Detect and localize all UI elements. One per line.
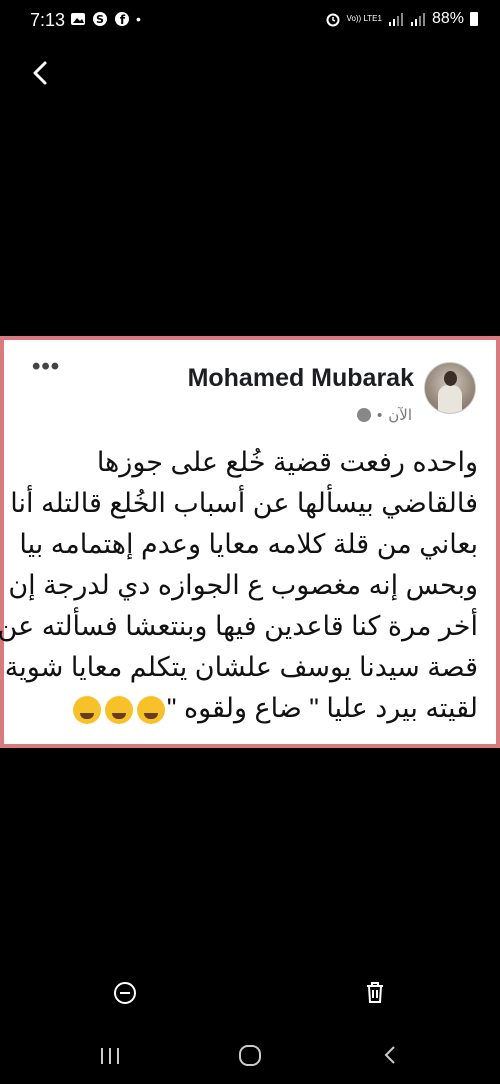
facebook-icon: f: [115, 12, 129, 27]
rolling-eyes-emoji: [136, 695, 165, 724]
post-line-last: لقيته بيرد عليا " ضاع ولقوه ": [8, 688, 478, 729]
battery-icon: [470, 12, 478, 26]
home-icon[interactable]: [236, 1040, 264, 1070]
more-options-icon[interactable]: •••: [32, 355, 60, 379]
post-line: وبحس إنه مغصوب ع الجوازه دي لدرجة إن: [8, 570, 478, 600]
tears-of-joy-emoji: [72, 695, 101, 724]
post-author: Mohamed Mubarak: [187, 364, 414, 392]
status-bar: 7:13 S f • Vo)) LTE1 88%: [0, 0, 500, 40]
post-meta: الآن •: [356, 406, 412, 424]
post-line: أخر مرة كنا قاعدين فيها وبنتعشا فسألته ع…: [0, 611, 478, 641]
system-indicators: Vo)) LTE1 88%: [325, 10, 478, 28]
status-time: 7:13: [30, 10, 66, 30]
svg-text:f: f: [120, 13, 126, 27]
post-line: قصة سيدنا يوسف علشان يتكلم معايا شوية: [4, 652, 478, 682]
battery-percentage: 88%: [431, 10, 464, 27]
avatar: [424, 362, 476, 414]
post-timestamp: الآن: [388, 407, 412, 424]
trash-icon[interactable]: [362, 979, 388, 1005]
signal-icon: [388, 13, 403, 26]
post-text: واحده رفعت قضية خُلع على جوزها فالقاضي ب…: [0, 442, 478, 729]
more-notifications-dot: •: [136, 11, 141, 27]
recent-apps-icon[interactable]: [98, 1040, 122, 1070]
post-line-text: لقيته بيرد عليا " ضاع ولقوه ": [166, 693, 478, 723]
facebook-post-screenshot: ••• Mohamed Mubarak الآن • واحده رفعت قض…: [0, 336, 500, 748]
globe-icon: [356, 408, 371, 422]
post-line: فالقاضي بيسألها عن أسباب الخُلع قالتله أ…: [10, 488, 478, 518]
post-line: بعاني من قلة كلامه معايا وعدم إهتمامه بي…: [19, 529, 478, 559]
separator-dot: •: [376, 406, 383, 424]
post-line: واحده رفعت قضية خُلع على جوزها: [96, 447, 478, 477]
remove-circle-icon[interactable]: [112, 980, 138, 1006]
svg-text:S: S: [96, 13, 104, 26]
signal-icon-2: [410, 13, 425, 26]
back-arrow-icon[interactable]: [26, 58, 56, 88]
notification-icons: S f •: [70, 11, 141, 27]
nav-back-icon[interactable]: [380, 1040, 400, 1070]
smirk-emoji: [104, 695, 133, 724]
alarm-icon: [326, 13, 340, 27]
s-app-icon: S: [93, 12, 107, 26]
gallery-icon: [71, 13, 85, 25]
network-label: Vo)) LTE1: [346, 14, 382, 23]
